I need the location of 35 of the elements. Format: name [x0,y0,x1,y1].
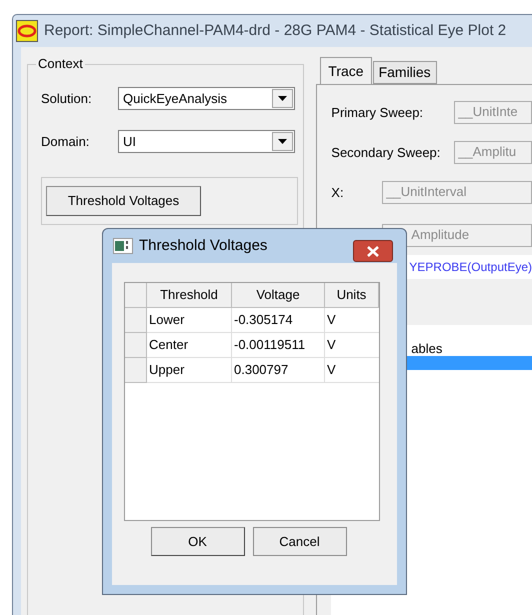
dialog-button[interactable]: OK [150,527,244,556]
table-cell: Upper [147,358,232,383]
table-cell: V [325,333,379,358]
table-cell: -0.00119511 [232,333,325,358]
sweep-label: Primary Sweep: [331,104,424,122]
column-header[interactable]: Voltage [232,283,325,308]
row-header[interactable] [125,308,147,333]
table-icon [113,238,133,254]
column-header[interactable]: Threshold [147,283,232,308]
close-icon [367,246,379,256]
dialog-title: Threshold Voltages [139,236,268,256]
table-cell: 0.300797 [232,358,325,383]
eye-icon [16,20,38,42]
dropdown[interactable]: UI [118,130,295,153]
dropdown-arrow-icon [278,96,287,101]
window-title: Report: SimpleChannel-PAM4-drd - 28G PAM4 - Statistical Eye Plot 2 [44,20,506,41]
dialog-button[interactable]: Cancel [252,527,346,556]
column-header[interactable]: Units [325,283,379,308]
table-cell: Lower [147,308,232,333]
tab[interactable]: Trace [320,57,372,84]
x-label: X: [331,184,345,202]
row-header[interactable] [125,358,147,383]
row-header[interactable] [125,333,147,358]
field-label: Domain: [41,132,90,151]
dropdown[interactable]: QuickEyeAnalysis [118,87,295,110]
tab[interactable]: Families [372,61,437,84]
table-cell: -0.305174 [232,308,325,333]
field-label: Solution: [41,90,93,108]
dropdown-arrow-icon [278,139,287,144]
close-button[interactable] [353,240,393,262]
table-cell: V [325,308,379,333]
sweep-label: Secondary Sweep: [331,144,442,162]
table-cell: V [325,358,379,383]
threshold-voltages-button[interactable]: Threshold Voltages [46,186,201,216]
table-cell: Center [147,333,232,358]
